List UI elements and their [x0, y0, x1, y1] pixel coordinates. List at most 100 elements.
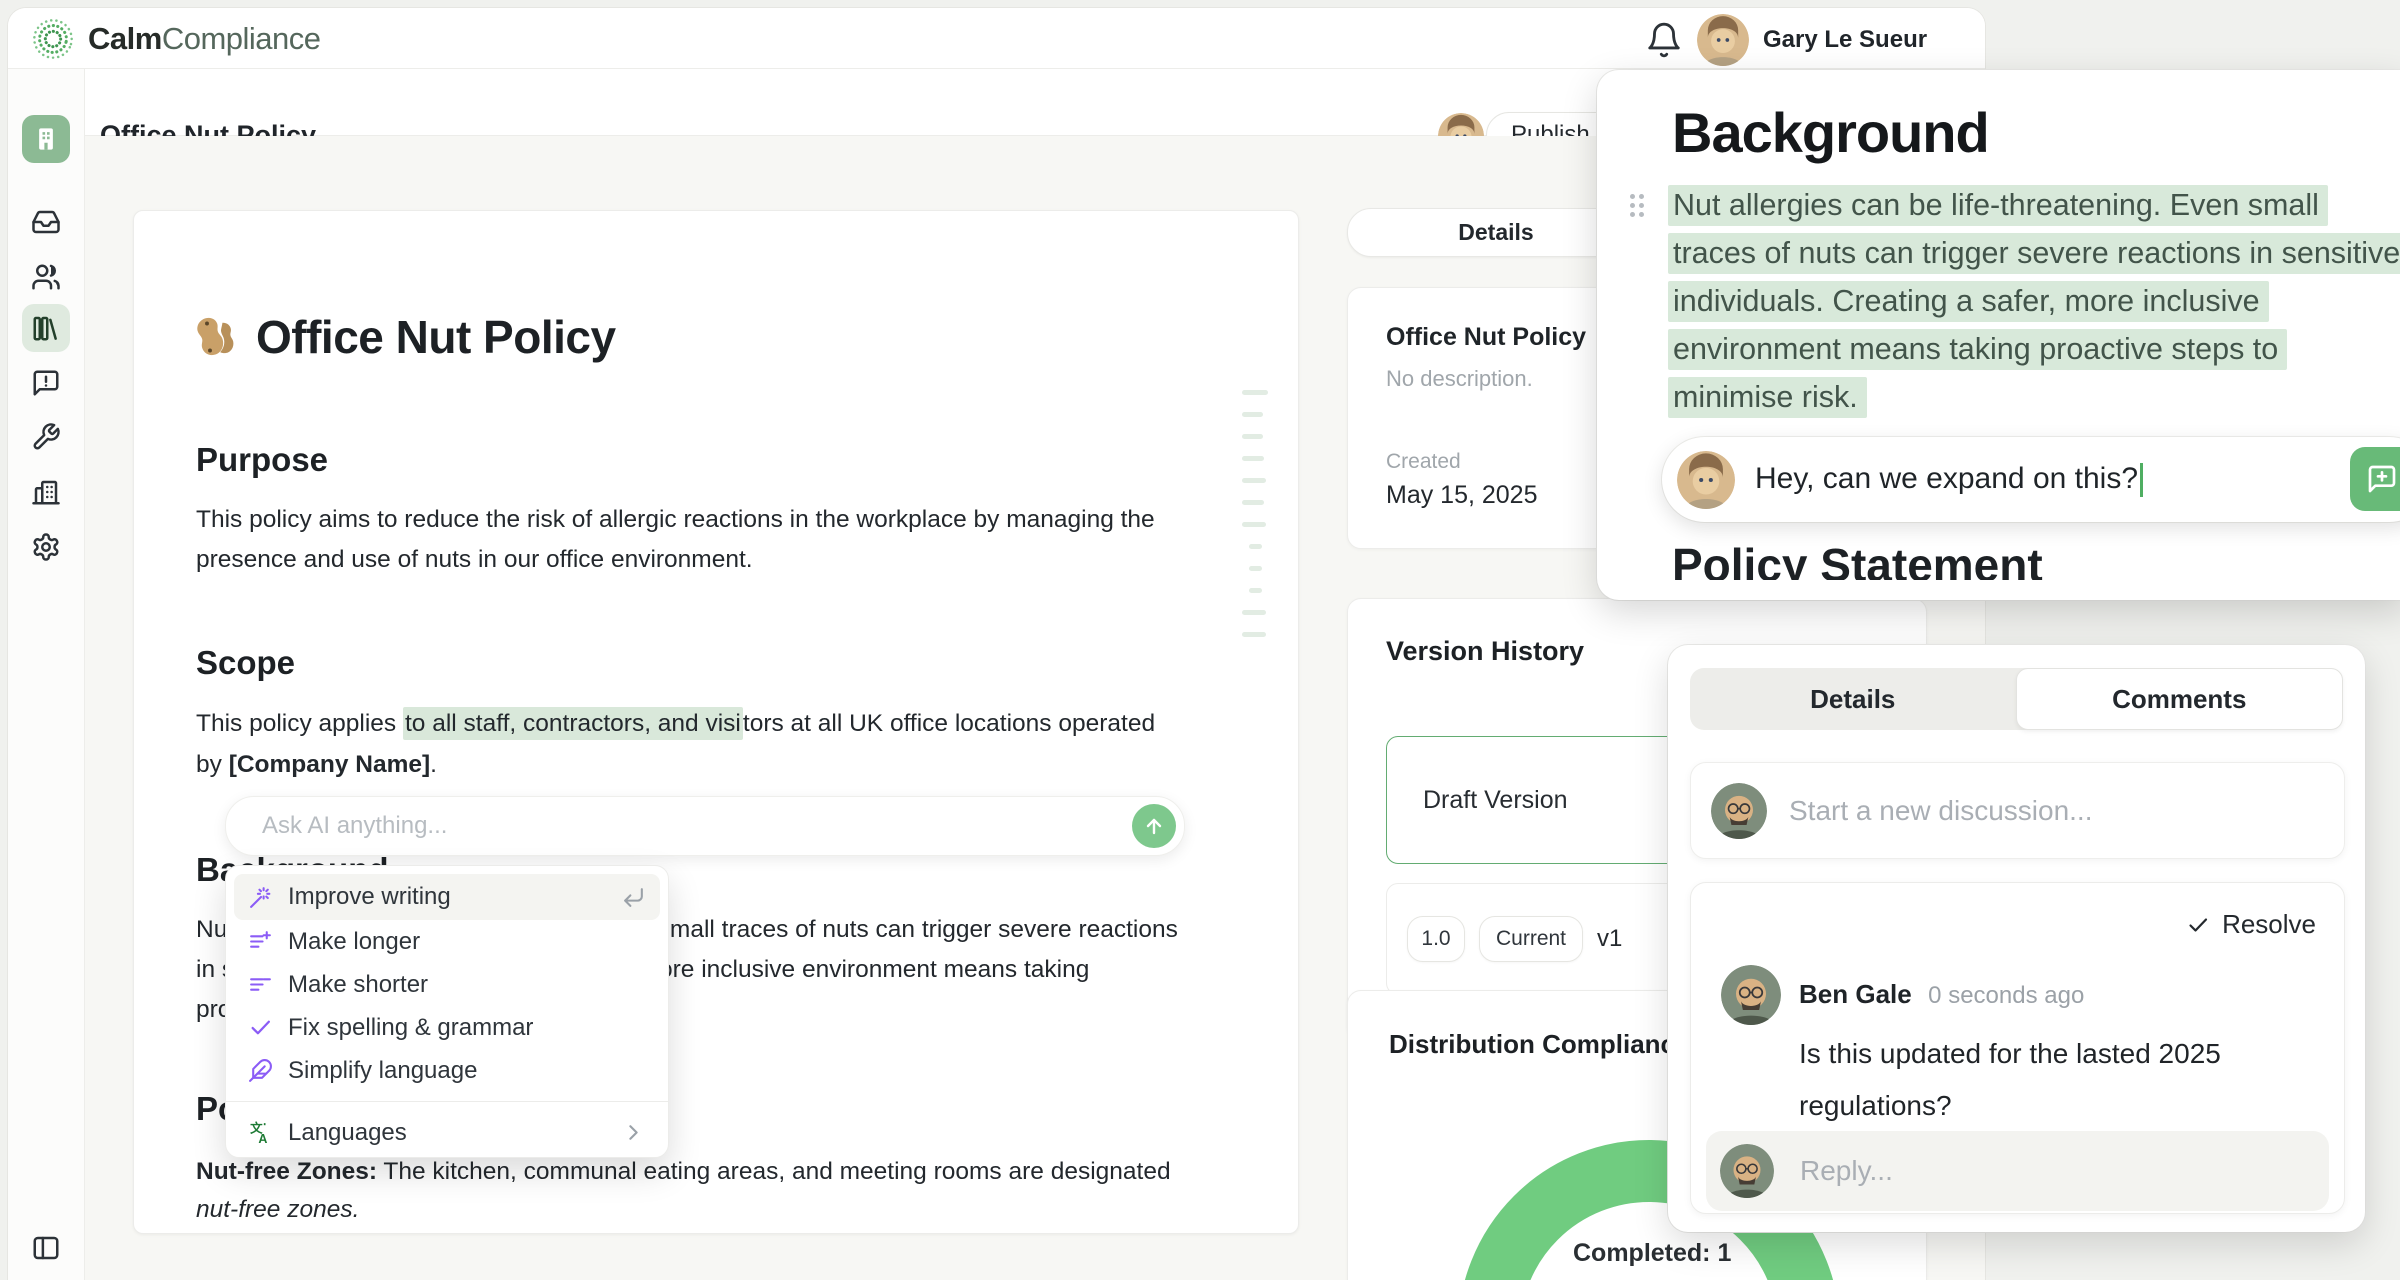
details-created-label: Created — [1386, 450, 1461, 474]
ask-ai-input[interactable]: Ask AI anything... — [225, 796, 1185, 856]
inbox-icon — [31, 207, 61, 237]
highlighted-line: environment means taking proactive steps… — [1668, 332, 2287, 367]
policy-line-1: Nut-free Zones: The kitchen, communal ea… — [196, 1158, 1171, 1186]
highlighted-line: individuals. Creating a safer, more incl… — [1668, 284, 2269, 319]
current-badge: Current — [1479, 916, 1583, 962]
current-user-avatar — [1711, 783, 1767, 839]
bell-icon[interactable] — [1645, 21, 1683, 59]
check-icon — [248, 1015, 273, 1040]
resolve-button[interactable]: Resolve — [2186, 909, 2316, 940]
ask-ai-send-button[interactable] — [1132, 804, 1176, 848]
menu-item-fix-spelling[interactable]: Fix spelling & grammar — [234, 1006, 660, 1049]
reply-avatar — [1720, 1144, 1774, 1198]
sidebar-item-people[interactable] — [22, 253, 70, 301]
brand-logo: CalmCompliance — [30, 16, 321, 62]
user-avatar[interactable] — [1697, 14, 1749, 66]
details-doc-title: Office Nut Policy — [1386, 323, 1586, 352]
buildings-icon — [31, 477, 61, 507]
policy-line-2: nut-free zones. — [196, 1196, 359, 1224]
user-chip[interactable]: Gary Le Sueur — [1645, 14, 1927, 66]
comment-draft-text[interactable]: Hey, can we expand on this? — [1755, 462, 2143, 497]
arrow-up-icon — [1142, 814, 1166, 838]
menu-label: Improve writing — [288, 883, 451, 911]
panel-left-icon — [31, 1233, 61, 1263]
comment-author: Ben Gale — [1799, 979, 1912, 1009]
menu-label: Languages — [288, 1119, 407, 1147]
users-icon — [31, 262, 61, 292]
svg-text:A: A — [258, 1132, 267, 1145]
clipped-policy-heading: Policy Statement — [1672, 538, 2372, 580]
menu-label: Fix spelling & grammar — [288, 1014, 533, 1042]
peanut-emoji — [192, 313, 240, 361]
comment-text-line: Is this updated for the lasted 2025 — [1799, 1038, 2221, 1070]
menu-label: Make longer — [288, 928, 420, 956]
menu-item-simplify-language[interactable]: Simplify language — [234, 1049, 660, 1092]
purpose-line: presence and use of nuts in our office e… — [196, 546, 753, 574]
brand-spiral-icon — [30, 16, 76, 62]
comments-panel: Details Comments Start a new discussion.… — [1668, 645, 2365, 1232]
message-plus-icon — [2366, 463, 2398, 495]
chevron-right-icon — [621, 1120, 646, 1145]
wrench-icon — [31, 422, 61, 452]
comment-timestamp: 0 seconds ago — [1928, 982, 2084, 1009]
magic-wand-icon — [248, 885, 273, 910]
highlighted-line: minimise risk. — [1668, 380, 1867, 415]
reply-placeholder: Reply... — [1800, 1155, 1893, 1187]
resolve-label: Resolve — [2222, 909, 2316, 940]
purpose-line: This policy aims to reduce the risk of a… — [196, 506, 1155, 534]
document-title-text: Office Nut Policy — [256, 310, 616, 364]
reply-input[interactable]: Reply... — [1706, 1131, 2329, 1211]
policy-bold: Nut-free Zones: — [196, 1158, 377, 1185]
tab-details-inactive[interactable]: Details — [1690, 668, 2016, 730]
scope-heading: Scope — [196, 644, 295, 682]
scope-text: tors at all UK office locations operated — [743, 710, 1155, 737]
sidebar-collapse-button[interactable] — [22, 1224, 70, 1272]
translate-icon: 文A — [248, 1120, 273, 1145]
menu-item-make-shorter[interactable]: Make shorter — [234, 963, 660, 1006]
sidebar-item-issues[interactable] — [22, 359, 70, 407]
sidebar-item-settings[interactable] — [22, 523, 70, 571]
purpose-heading: Purpose — [196, 441, 328, 479]
text-plus-icon — [248, 929, 273, 954]
left-sidebar — [8, 69, 85, 1280]
drag-handle-icon[interactable] — [1630, 194, 1644, 217]
sidebar-item-orgs[interactable] — [22, 468, 70, 516]
new-discussion-placeholder: Start a new discussion... — [1789, 795, 2092, 827]
highlighted-line: Nut allergies can be life-threatening. E… — [1668, 188, 2328, 223]
scope-text: by — [196, 751, 229, 778]
menu-label: Simplify language — [288, 1057, 477, 1085]
draft-version-label: Draft Version — [1423, 786, 1568, 815]
return-key-icon — [621, 885, 646, 910]
tab-comments-active[interactable]: Comments — [2016, 668, 2344, 730]
message-alert-icon — [31, 368, 61, 398]
document-title: Office Nut Policy — [192, 310, 616, 364]
comment-meta: Ben Gale 0 seconds ago — [1799, 979, 2084, 1010]
building-icon — [31, 124, 61, 154]
highlighted-line: traces of nuts can trigger severe reacti… — [1668, 236, 2400, 271]
sidebar-item-inbox[interactable] — [22, 198, 70, 246]
sidebar-item-tools[interactable] — [22, 413, 70, 461]
comment-text-line: regulations? — [1799, 1090, 1952, 1122]
version-history-title: Version History — [1386, 636, 1584, 667]
new-discussion-input[interactable]: Start a new discussion... — [1690, 762, 2345, 859]
commenter-avatar — [1677, 451, 1735, 509]
org-avatar[interactable] — [22, 115, 70, 163]
scope-text: This policy applies — [196, 710, 403, 737]
doc-minimap — [1242, 390, 1268, 654]
comment-author-avatar — [1721, 965, 1781, 1025]
comment-draft-bar[interactable]: Hey, can we expand on this? — [1662, 437, 2400, 522]
zoom-panel-heading: Background — [1672, 100, 1989, 165]
zoom-preview-panel: Background Nut allergies can be life-thr… — [1597, 70, 2400, 600]
highlighted-text: to all staff, contractors, and visi — [403, 707, 743, 740]
sidebar-item-library[interactable] — [22, 304, 70, 352]
menu-item-improve-writing[interactable]: Improve writing — [234, 874, 660, 920]
library-icon — [31, 313, 61, 343]
menu-item-languages[interactable]: 文A Languages — [234, 1111, 660, 1154]
panel-tabs: Details Comments — [1690, 668, 2343, 730]
submit-comment-button[interactable] — [2350, 447, 2400, 511]
brand-name: CalmCompliance — [88, 21, 321, 57]
text-caret — [2140, 463, 2143, 497]
menu-item-make-longer[interactable]: Make longer — [234, 920, 660, 963]
version-tag: v1 — [1597, 925, 1622, 953]
feather-icon — [248, 1058, 273, 1083]
